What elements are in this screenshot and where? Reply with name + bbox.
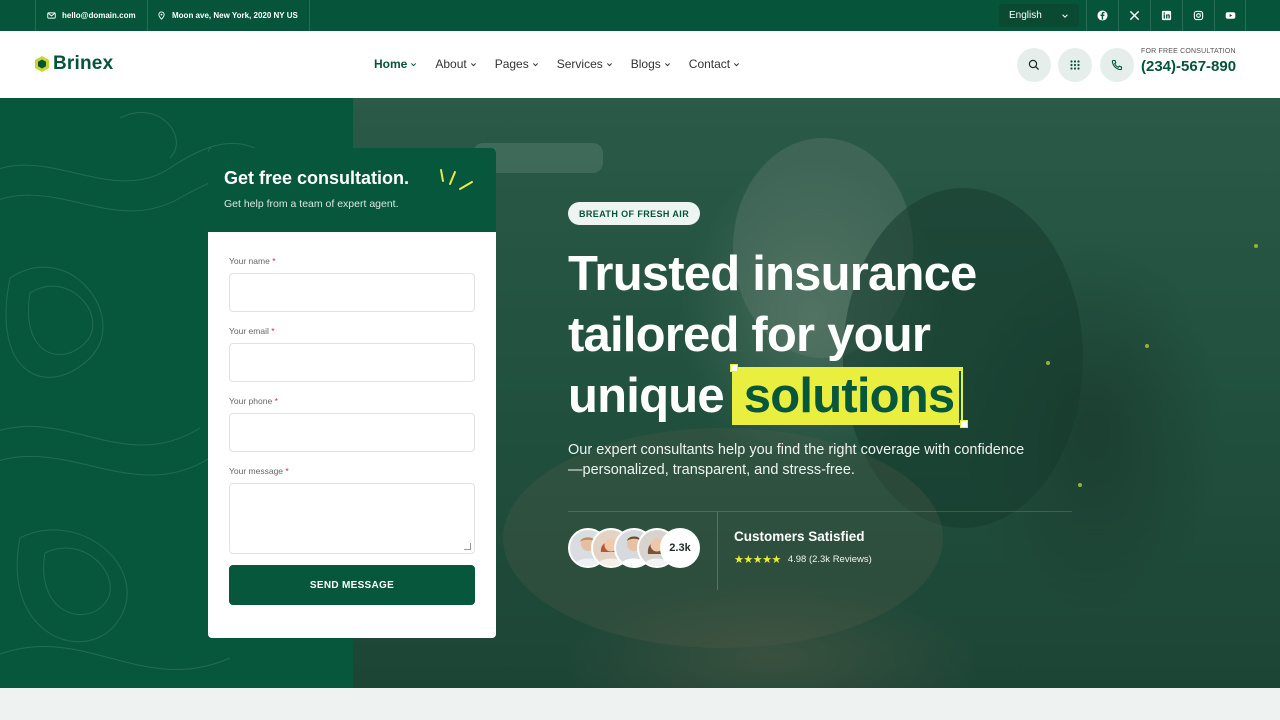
nav-about[interactable]: About: [435, 57, 476, 71]
phone-label: Your phone *: [229, 396, 475, 406]
email-text: hello@domain.com: [62, 11, 136, 20]
x-icon: [1129, 10, 1140, 21]
chevron-down-icon: [664, 62, 670, 66]
x-link[interactable]: [1118, 0, 1150, 31]
chevron-down-icon: [532, 62, 538, 66]
nav-label: Contact: [688, 57, 731, 71]
consultation-call[interactable]: FOR FREE CONSULTATION (234)-567-890: [1141, 48, 1236, 75]
hero-tag-badge: BREATH OF FRESH AIR: [568, 202, 701, 225]
nav-label: Services: [556, 57, 603, 71]
language-value: English: [1009, 10, 1042, 21]
main-nav: Home About Pages Services Blogs Contact: [374, 57, 740, 71]
stats-vertical-divider: [717, 512, 718, 590]
rating-text: 4.98 (2.3k Reviews): [787, 554, 872, 565]
star-rating-icon: ★★★★★: [734, 554, 781, 566]
nav-blogs[interactable]: Blogs: [631, 57, 671, 71]
email-label-text: Your email: [229, 326, 269, 336]
form-header: Get free consultation. Get help from a t…: [208, 148, 496, 232]
call-label: FOR FREE CONSULTATION: [1141, 48, 1236, 55]
nav-pages[interactable]: Pages: [495, 57, 539, 71]
search-icon: [1028, 59, 1040, 71]
facebook-icon: [1097, 10, 1108, 21]
customer-avatars: 2.3k: [568, 528, 700, 568]
required-marker: *: [272, 256, 276, 266]
top-bar: hello@domain.com Moon ave, New York, 202…: [0, 0, 1280, 31]
call-button[interactable]: [1100, 48, 1134, 82]
youtube-icon: [1225, 12, 1235, 19]
customers-satisfied-title: Customers Satisfied: [734, 529, 865, 544]
headline-line-1: Trusted insurance: [568, 247, 977, 301]
phone-icon: [1111, 59, 1123, 71]
nav-contact[interactable]: Contact: [689, 57, 740, 71]
message-label-text: Your message: [229, 466, 284, 476]
instagram-icon: [1193, 10, 1204, 21]
nav-label: About: [435, 57, 467, 71]
hero-description: Our expert consultants help you find the…: [568, 442, 1025, 478]
facebook-link[interactable]: [1086, 0, 1118, 31]
headline-line-3: unique solutions: [568, 364, 976, 428]
consultation-form: Get free consultation. Get help from a t…: [208, 148, 496, 638]
rating-row: ★★★★★ 4.98 (2.3k Reviews): [734, 553, 872, 566]
stats-divider: [568, 511, 1072, 512]
name-label: Your name *: [229, 256, 475, 266]
form-body: Your name * Your email * Your phone * Yo…: [208, 232, 496, 605]
headline-highlight: solutions: [729, 364, 968, 428]
hexagon-logo-icon: [35, 56, 49, 72]
message-textarea[interactable]: [229, 483, 475, 554]
nav-label: Home: [374, 57, 408, 71]
logo-text: Brinex: [53, 53, 114, 74]
sparkle-lines-icon: [440, 169, 473, 190]
hero-headline: Trusted insurance tailored for your uniq…: [568, 244, 977, 428]
headline-word: unique: [568, 369, 725, 423]
next-section-edge: [0, 688, 1280, 720]
topbar-email[interactable]: hello@domain.com: [35, 0, 148, 31]
linkedin-icon: [1161, 10, 1172, 21]
name-label-text: Your name: [229, 256, 270, 266]
send-message-button[interactable]: SEND MESSAGE: [229, 565, 475, 605]
topbar-address: Moon ave, New York, 2020 NY US: [146, 0, 310, 31]
mail-icon: [47, 12, 56, 19]
chevron-down-icon: [734, 62, 740, 66]
address-text: Moon ave, New York, 2020 NY US: [172, 11, 298, 20]
form-subtitle: Get help from a team of expert agent.: [224, 198, 399, 210]
nav-services[interactable]: Services: [557, 57, 613, 71]
instagram-link[interactable]: [1182, 0, 1214, 31]
name-field[interactable]: [229, 273, 475, 312]
phone-label-text: Your phone: [229, 396, 273, 406]
typing-cursor: [959, 371, 962, 423]
nav-label: Pages: [494, 57, 529, 71]
search-button[interactable]: [1017, 48, 1051, 82]
main-header: Brinex Home About Pages Services Blogs C…: [0, 31, 1280, 98]
language-select[interactable]: English: [999, 4, 1079, 27]
grid-icon: [1070, 60, 1080, 70]
nav-home[interactable]: Home: [374, 57, 417, 71]
email-label: Your email *: [229, 326, 475, 336]
required-marker: *: [271, 326, 275, 336]
youtube-link[interactable]: [1214, 0, 1246, 31]
menu-grid-button[interactable]: [1058, 48, 1092, 82]
linkedin-link[interactable]: [1150, 0, 1182, 31]
chevron-down-icon: [411, 62, 417, 66]
location-pin-icon: [158, 11, 165, 20]
required-marker: *: [285, 466, 289, 476]
customer-count-badge: 2.3k: [660, 528, 700, 568]
chevron-down-icon: [470, 62, 476, 66]
message-label: Your message *: [229, 466, 475, 476]
chevron-down-icon: [1062, 13, 1068, 18]
highlight-text: solutions: [743, 369, 955, 423]
phone-number: (234)-567-890: [1141, 58, 1237, 75]
required-marker: *: [274, 396, 278, 406]
headline-line-2: tailored for your: [568, 308, 931, 362]
site-logo[interactable]: Brinex: [34, 53, 113, 75]
nav-label: Blogs: [630, 57, 661, 71]
hero-section: Get free consultation. Get help from a t…: [0, 98, 1280, 688]
email-field[interactable]: [229, 343, 475, 382]
chevron-down-icon: [606, 62, 612, 66]
phone-field[interactable]: [229, 413, 475, 452]
